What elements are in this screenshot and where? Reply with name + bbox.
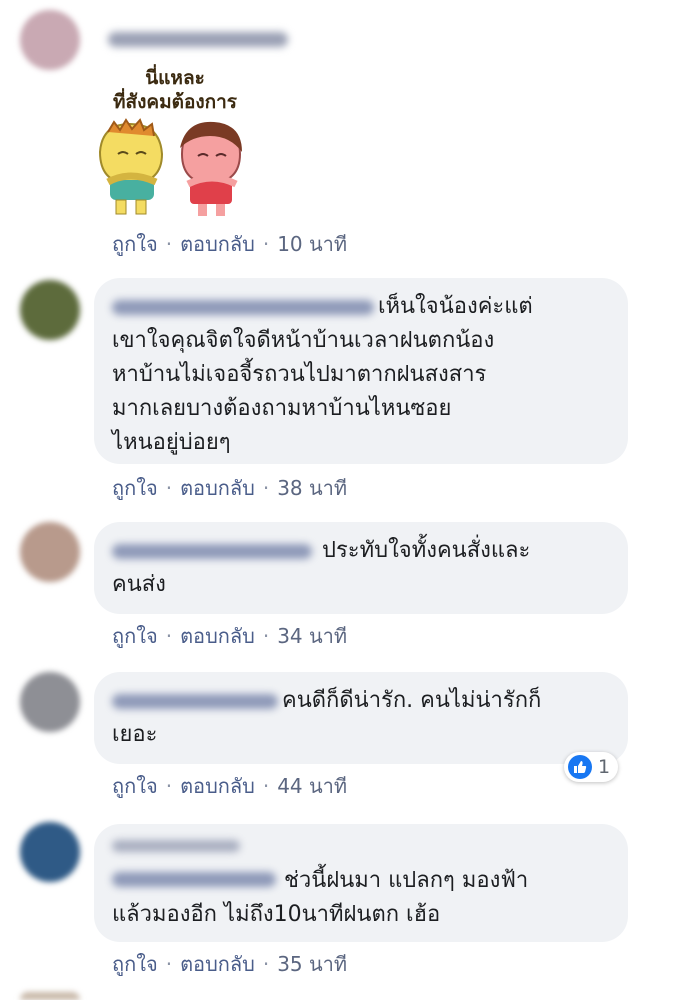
sticker: นี่แหละ ที่สังคมต้องการ bbox=[90, 62, 260, 222]
comment-actions: ถูกใจ · ตอบกลับ · 35 นาที bbox=[112, 948, 347, 980]
commenter-name-blurred[interactable] bbox=[112, 544, 312, 559]
like-link[interactable]: ถูกใจ bbox=[112, 624, 158, 648]
commenter-name-blurred[interactable] bbox=[112, 694, 278, 709]
comment-actions: ถูกใจ · ตอบกลับ · 44 นาที bbox=[112, 770, 347, 802]
reply-link[interactable]: ตอบกลับ bbox=[180, 476, 255, 500]
comment-bubble: ช่วนี้ฝนมา แปลกๆ มองฟ้า แล้วมองอีก ไม่ถึ… bbox=[94, 824, 628, 942]
separator: · bbox=[262, 624, 270, 648]
separator: · bbox=[262, 476, 270, 500]
timestamp[interactable]: 34 นาที bbox=[277, 624, 347, 648]
timestamp[interactable]: 38 นาที bbox=[277, 476, 347, 500]
like-link[interactable]: ถูกใจ bbox=[112, 774, 158, 798]
commenter-badge-blurred bbox=[112, 840, 240, 852]
timestamp[interactable]: 10 นาที bbox=[277, 232, 347, 256]
separator: · bbox=[262, 774, 270, 798]
comment-actions: ถูกใจ · ตอบกลับ · 38 นาที bbox=[112, 472, 347, 504]
avatar[interactable] bbox=[20, 522, 80, 582]
separator: · bbox=[262, 232, 270, 256]
commenter-name-blurred[interactable] bbox=[108, 32, 288, 47]
reply-link[interactable]: ตอบกลับ bbox=[180, 624, 255, 648]
like-reaction-icon bbox=[568, 755, 592, 779]
comment-actions: ถูกใจ · ตอบกลับ · 34 นาที bbox=[112, 620, 347, 652]
reaction-count: 1 bbox=[598, 756, 611, 778]
comment-bubble: เห็นใจน้องค่ะแต่ เขาใจคุณจิตใจดีหน้าบ้าน… bbox=[94, 278, 628, 464]
avatar[interactable] bbox=[20, 672, 80, 732]
reply-link[interactable]: ตอบกลับ bbox=[180, 774, 255, 798]
sticker-text-line1: นี่แหละ bbox=[145, 67, 205, 89]
reaction-badge[interactable]: 1 bbox=[564, 752, 619, 782]
separator: · bbox=[165, 232, 173, 256]
separator: · bbox=[165, 774, 173, 798]
like-link[interactable]: ถูกใจ bbox=[112, 952, 158, 976]
avatar[interactable] bbox=[20, 10, 80, 70]
like-link[interactable]: ถูกใจ bbox=[112, 232, 158, 256]
commenter-name-blurred[interactable] bbox=[112, 872, 276, 887]
avatar-next-comment[interactable] bbox=[20, 992, 80, 1000]
avatar[interactable] bbox=[20, 822, 80, 882]
like-link[interactable]: ถูกใจ bbox=[112, 476, 158, 500]
reply-link[interactable]: ตอบกลับ bbox=[180, 232, 255, 256]
comment-actions: ถูกใจ · ตอบกลับ · 10 นาที bbox=[112, 228, 347, 260]
timestamp[interactable]: 44 นาที bbox=[277, 774, 347, 798]
comment-text: เห็นใจน้องค่ะแต่ เขาใจคุณจิตใจดีหน้าบ้าน… bbox=[112, 294, 533, 455]
comment-bubble: ประทับใจทั้งคนสั่งและ คนส่ง bbox=[94, 522, 628, 614]
timestamp[interactable]: 35 นาที bbox=[277, 952, 347, 976]
separator: · bbox=[165, 952, 173, 976]
reply-link[interactable]: ตอบกลับ bbox=[180, 952, 255, 976]
avatar[interactable] bbox=[20, 280, 80, 340]
sticker-characters-icon bbox=[98, 118, 242, 216]
separator: · bbox=[165, 624, 173, 648]
commenter-name-blurred[interactable] bbox=[112, 300, 374, 315]
comment-bubble: คนดีก็ดีน่ารัก. คนไม่น่ารักก็ เยอะ bbox=[94, 672, 628, 764]
separator: · bbox=[165, 476, 173, 500]
sticker-text-line2: ที่สังคมต้องการ bbox=[112, 91, 238, 113]
separator: · bbox=[262, 952, 270, 976]
